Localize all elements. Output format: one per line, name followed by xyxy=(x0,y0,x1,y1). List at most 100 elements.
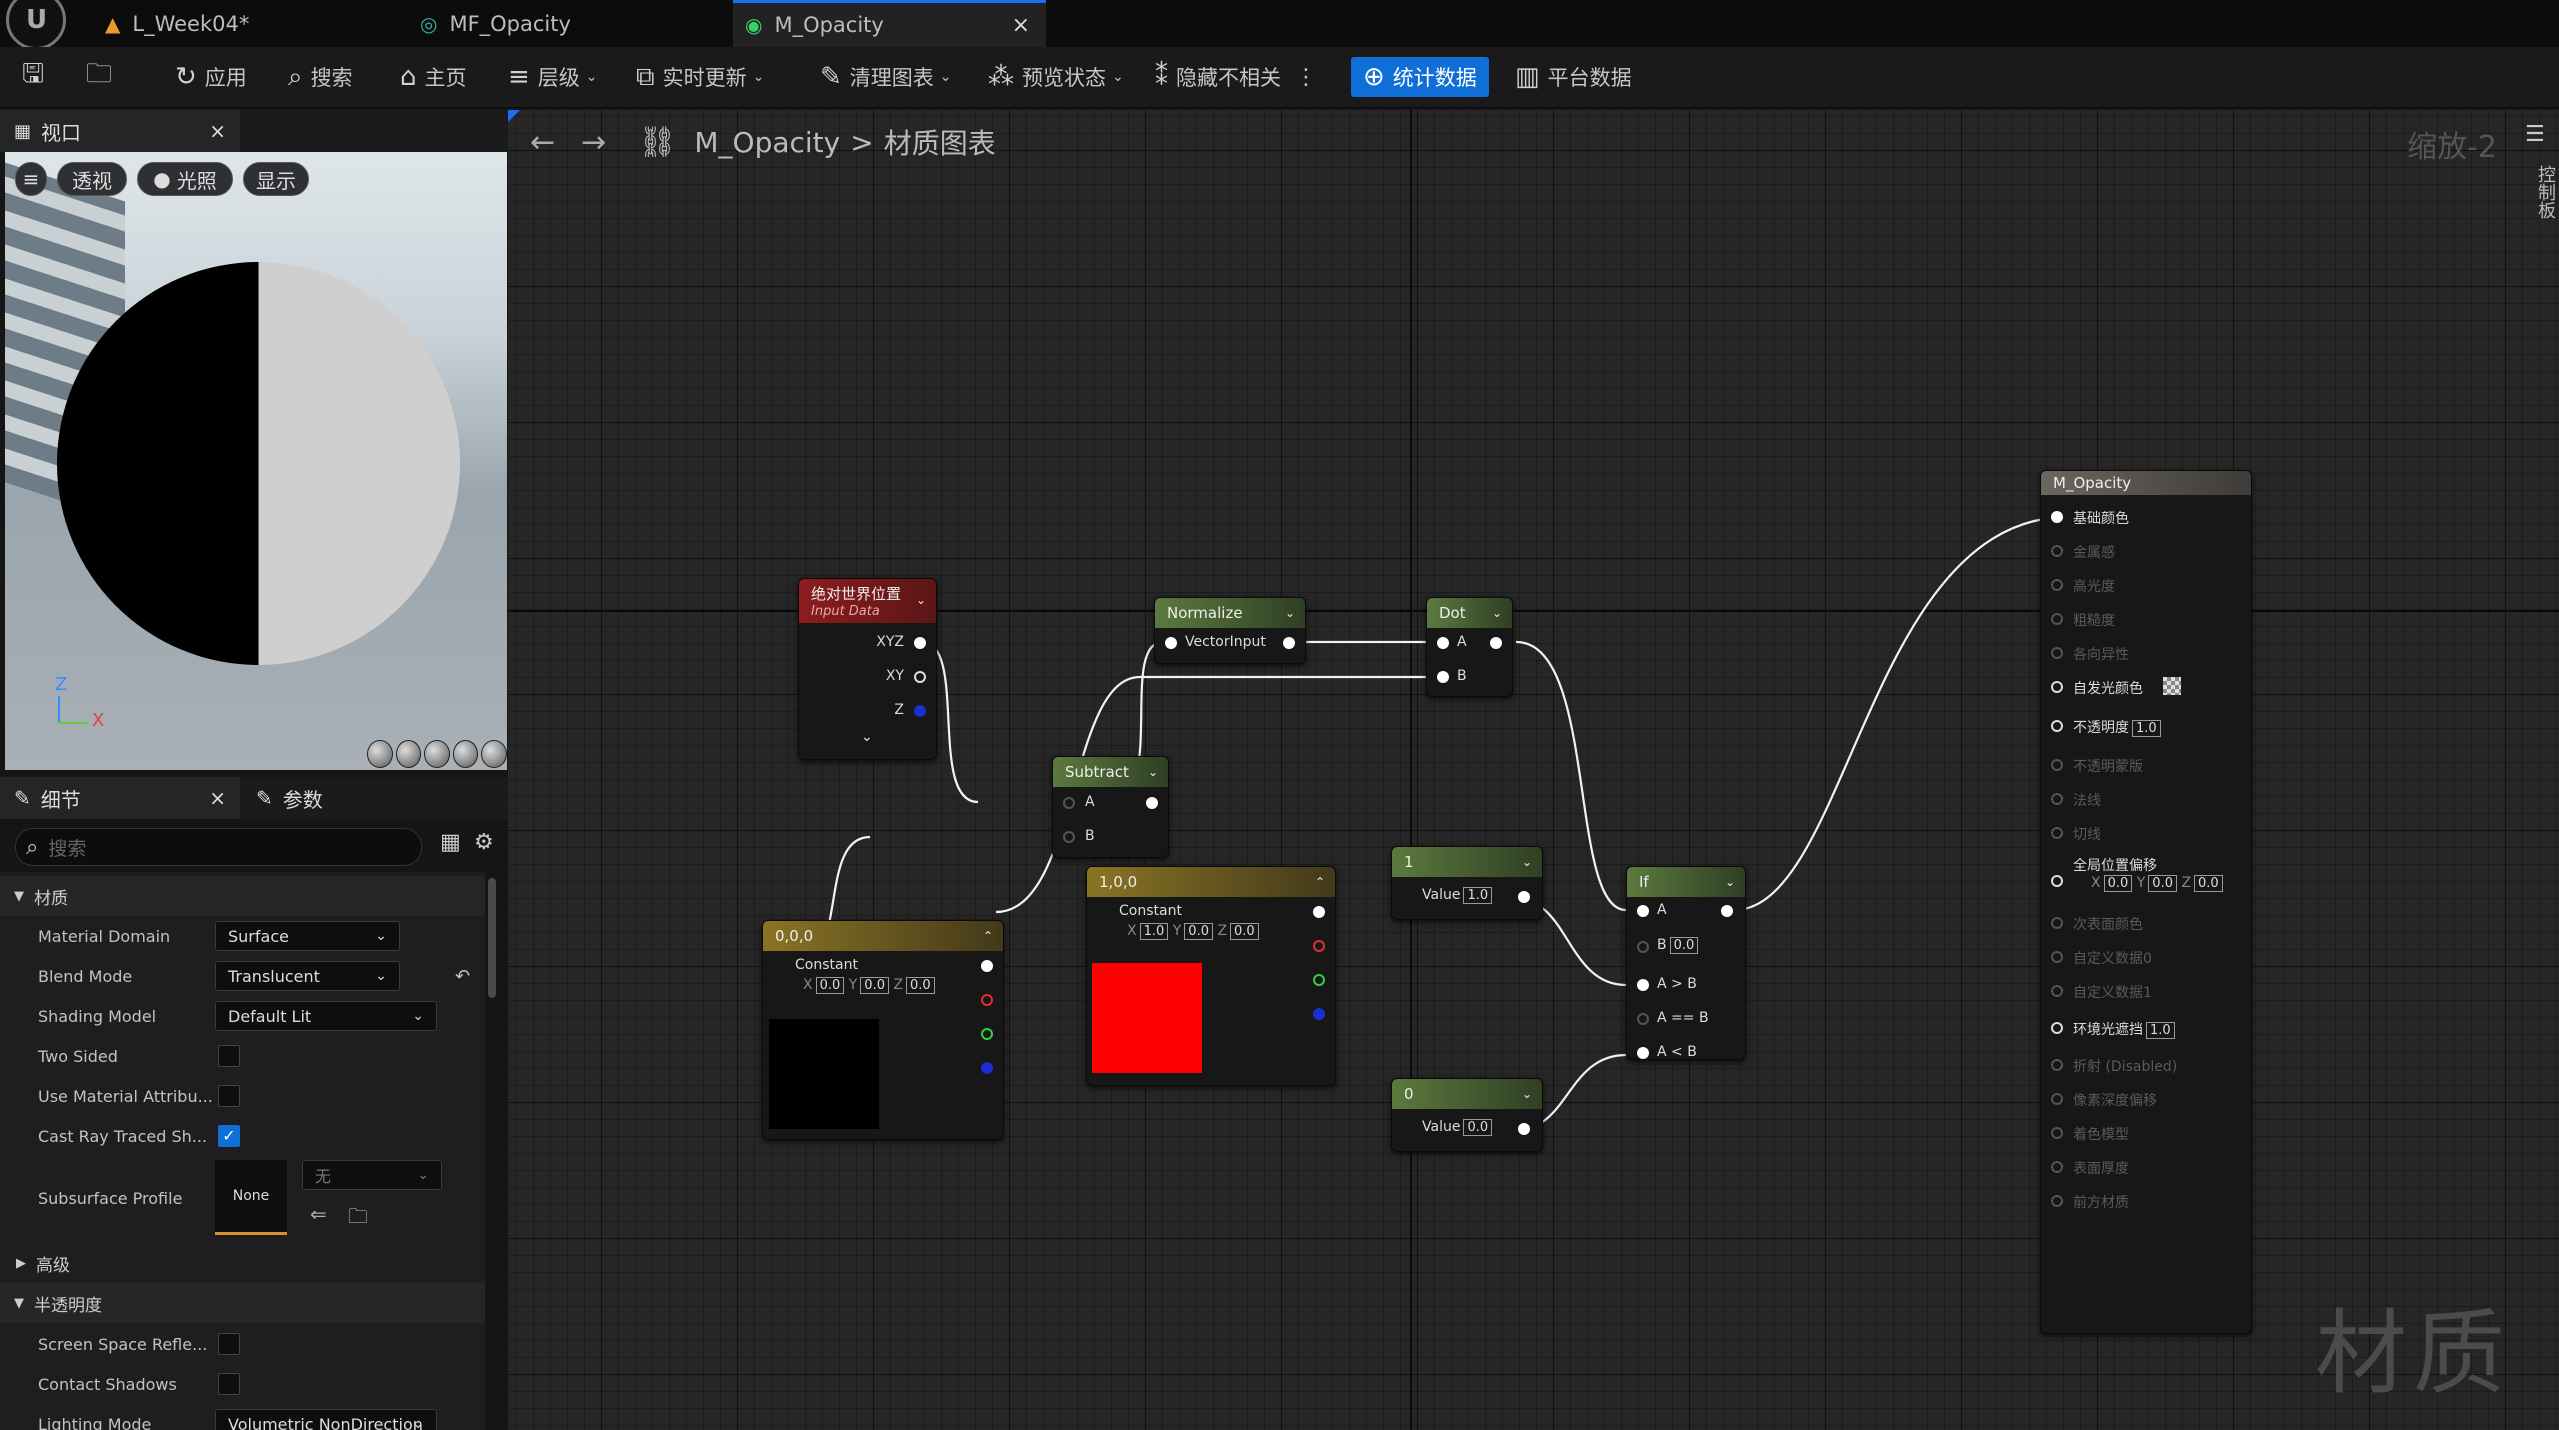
input-pin-metallic[interactable] xyxy=(2051,545,2063,557)
unreal-logo[interactable]: U xyxy=(6,0,66,50)
output-pin[interactable] xyxy=(1146,797,1158,809)
preview-state-button[interactable]: ⁂ 预览状态 ⌄ xyxy=(988,47,1124,107)
table-view-icon[interactable]: ▦ xyxy=(440,830,461,855)
output-pin-xy[interactable] xyxy=(914,671,926,683)
output-pin[interactable] xyxy=(1518,1123,1530,1135)
value-row[interactable]: Value 1.0 xyxy=(1422,887,1493,904)
input-pin-custom0[interactable] xyxy=(2051,951,2063,963)
clean-graph-button[interactable]: ✎ 清理图表 ⌄ xyxy=(820,47,952,107)
show-button[interactable]: 显示 xyxy=(243,162,309,196)
plane-preview-icon[interactable] xyxy=(424,740,450,768)
hierarchy-button[interactable]: ≡ 层级 ⌄ xyxy=(508,47,598,107)
lighting-mode-dropdown[interactable]: Volumetric NonDirection ⌄ xyxy=(215,1409,437,1430)
input-pin-specular[interactable] xyxy=(2051,579,2063,591)
expand-pins-icon[interactable]: ⌄ xyxy=(861,729,873,745)
close-icon[interactable]: × xyxy=(209,119,226,143)
input-pin-opacity[interactable] xyxy=(2051,720,2063,732)
input-pin-vector[interactable] xyxy=(1165,637,1177,649)
use-selected-asset-icon[interactable]: ⇐ xyxy=(310,1202,327,1226)
perspective-button[interactable]: 透视 xyxy=(57,162,127,196)
input-pin-a[interactable] xyxy=(1437,637,1449,649)
node-if[interactable]: If ⌄ A B 0.0 A > B A == B A < B xyxy=(1626,866,1746,1060)
y-value[interactable]: 0.0 xyxy=(1184,923,1213,940)
constant-values[interactable]: X 0.0 Y 0.0 Z 0.0 xyxy=(803,977,935,994)
node-dot[interactable]: Dot ⌄ A B xyxy=(1426,597,1513,697)
category-translucency[interactable]: ▼ 半透明度 xyxy=(0,1283,485,1323)
cylinder-preview-icon[interactable] xyxy=(367,740,393,768)
input-pin-a-eq-b[interactable] xyxy=(1637,1013,1649,1025)
value-row[interactable]: Value 0.0 xyxy=(1422,1119,1493,1136)
x-value[interactable]: 0.0 xyxy=(2103,875,2133,892)
input-pin-shading-model[interactable] xyxy=(2051,1127,2063,1139)
close-icon[interactable]: × xyxy=(209,786,226,810)
subsurface-profile-dropdown[interactable]: 无 ⌄ xyxy=(302,1160,442,1190)
value-input[interactable]: 0.0 xyxy=(1463,1119,1493,1136)
b-value[interactable]: 0.0 xyxy=(1669,937,1699,954)
use-material-attributes-checkbox[interactable] xyxy=(218,1085,240,1107)
settings-gear-icon[interactable]: ⚙ xyxy=(474,830,494,855)
tab-m-opacity[interactable]: ◉ M_Opacity × xyxy=(733,0,1046,47)
home-button[interactable]: ⌂ 主页 xyxy=(400,47,467,107)
preview-shape-buttons[interactable] xyxy=(367,740,507,770)
tab-mf-opacity[interactable]: ◎ MF_Opacity xyxy=(420,0,730,47)
two-sided-checkbox[interactable] xyxy=(218,1045,240,1067)
input-pin-front-material[interactable] xyxy=(2051,1195,2063,1207)
input-pin-b[interactable] xyxy=(1063,831,1075,843)
y-value[interactable]: 0.0 xyxy=(2148,875,2177,892)
input-pin-emissive[interactable] xyxy=(2051,681,2063,693)
ssr-checkbox[interactable] xyxy=(218,1333,240,1355)
node-constant-black[interactable]: 0,0,0 ⌃ Constant X 0.0 Y 0.0 Z 0.0 xyxy=(762,920,1004,1140)
platform-stats-button[interactable]: ▥ 平台数据 xyxy=(1515,47,1632,107)
input-pin-opacity-mask[interactable] xyxy=(2051,759,2063,771)
output-pin-b[interactable] xyxy=(981,1062,993,1074)
output-pin-rgb[interactable] xyxy=(981,960,993,972)
input-pin-a-lt-b[interactable] xyxy=(1637,1047,1649,1059)
cube-preview-icon[interactable] xyxy=(452,740,479,768)
output-pin-r[interactable] xyxy=(981,994,993,1006)
output-pin-g[interactable] xyxy=(981,1028,993,1040)
input-pin-b[interactable] xyxy=(1437,671,1449,683)
more-options-icon[interactable]: ⋮ xyxy=(1295,65,1317,90)
cast-ray-traced-checkbox[interactable]: ✓ xyxy=(218,1125,240,1147)
input-pin-ao[interactable] xyxy=(2051,1022,2063,1034)
ao-value[interactable]: 1.0 xyxy=(2146,1022,2175,1039)
input-pin-b[interactable] xyxy=(1637,941,1649,953)
input-pin-a-gt-b[interactable] xyxy=(1637,979,1649,991)
input-pin-tangent[interactable] xyxy=(2051,827,2063,839)
search-button[interactable]: ⌕ 搜索 xyxy=(288,47,353,107)
output-pin-xyz[interactable] xyxy=(914,637,926,649)
lit-button[interactable]: ● 光照 xyxy=(137,162,233,196)
params-tab[interactable]: ✎ 参数 xyxy=(250,777,400,819)
value-input[interactable]: 1.0 xyxy=(1463,887,1493,904)
input-pin-anisotropy[interactable] xyxy=(2051,647,2063,659)
output-pin[interactable] xyxy=(1721,905,1733,917)
input-pin-roughness[interactable] xyxy=(2051,613,2063,625)
details-scrollbar[interactable] xyxy=(488,878,496,998)
stats-button[interactable]: ⊕ 统计数据 xyxy=(1351,57,1489,97)
node-absolute-world-position[interactable]: 绝对世界位置 Input Data ⌄ XYZ XY Z ⌄ xyxy=(798,578,937,760)
input-pin-pixel-depth[interactable] xyxy=(2051,1093,2063,1105)
material-domain-dropdown[interactable]: Surface ⌄ xyxy=(215,921,400,951)
tab-l-week04[interactable]: ▲ L_Week04* xyxy=(105,0,405,47)
close-tab-icon[interactable]: × xyxy=(1012,13,1030,38)
input-pin-base-color[interactable] xyxy=(2051,511,2063,523)
input-pin-world-position-offset[interactable] xyxy=(2051,875,2063,887)
output-pin-rgb[interactable] xyxy=(1313,906,1325,918)
constant-values[interactable]: X 1.0 Y 0.0 Z 0.0 xyxy=(1127,923,1259,940)
z-value[interactable]: 0.0 xyxy=(1230,923,1259,940)
output-pin-g[interactable] xyxy=(1313,974,1325,986)
viewport-menu-button[interactable]: ≡ xyxy=(15,162,47,196)
details-search-input[interactable]: ⌕ 搜索 xyxy=(15,828,422,866)
output-pin-r[interactable] xyxy=(1313,940,1325,952)
browse-asset-icon[interactable]: 🗀 xyxy=(348,1202,368,1236)
blend-mode-dropdown[interactable]: Translucent ⌄ xyxy=(215,961,400,991)
output-pin[interactable] xyxy=(1518,891,1530,903)
input-pin-a[interactable] xyxy=(1063,797,1075,809)
category-material[interactable]: ▼ 材质 xyxy=(0,876,485,916)
node-constant-zero[interactable]: 0 ⌄ Value 0.0 xyxy=(1391,1078,1543,1152)
live-update-button[interactable]: ⧉ 实时更新 ⌄ xyxy=(636,47,764,107)
reset-to-default-icon[interactable]: ↶ xyxy=(455,966,470,987)
output-pin[interactable] xyxy=(1283,637,1295,649)
save-button[interactable]: 🖫 xyxy=(22,47,52,107)
mesh-preview-icon[interactable] xyxy=(481,740,507,768)
